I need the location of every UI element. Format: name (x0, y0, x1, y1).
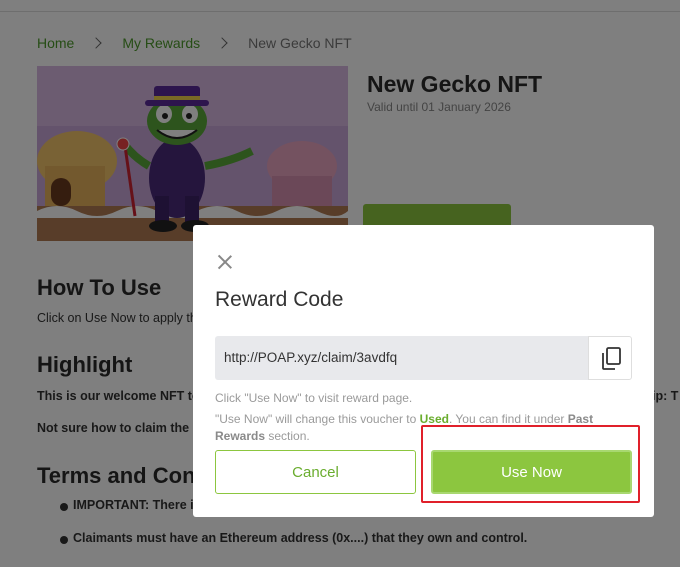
copy-icon (602, 347, 621, 370)
hint-text-part: . You can find it under (448, 412, 568, 426)
hint-voucher-text: "Use Now" will change this voucher to Us… (215, 411, 635, 445)
dialog-title: Reward Code (215, 288, 344, 311)
hint-text-part: "Use Now" will change this voucher to (215, 412, 420, 426)
copy-button[interactable] (588, 336, 632, 380)
close-icon[interactable] (215, 252, 235, 272)
reward-code-dialog: Reward Code http://POAP.xyz/claim/3avdfq… (193, 225, 654, 517)
use-now-button[interactable]: Use Now (431, 450, 632, 494)
cancel-button[interactable]: Cancel (215, 450, 416, 494)
used-label: Used (419, 412, 449, 426)
hint-visit-text: Click "Use Now" to visit reward page. (215, 391, 413, 405)
hint-text-part: section. (265, 429, 310, 443)
reward-code-field[interactable]: http://POAP.xyz/claim/3avdfq (215, 336, 588, 380)
